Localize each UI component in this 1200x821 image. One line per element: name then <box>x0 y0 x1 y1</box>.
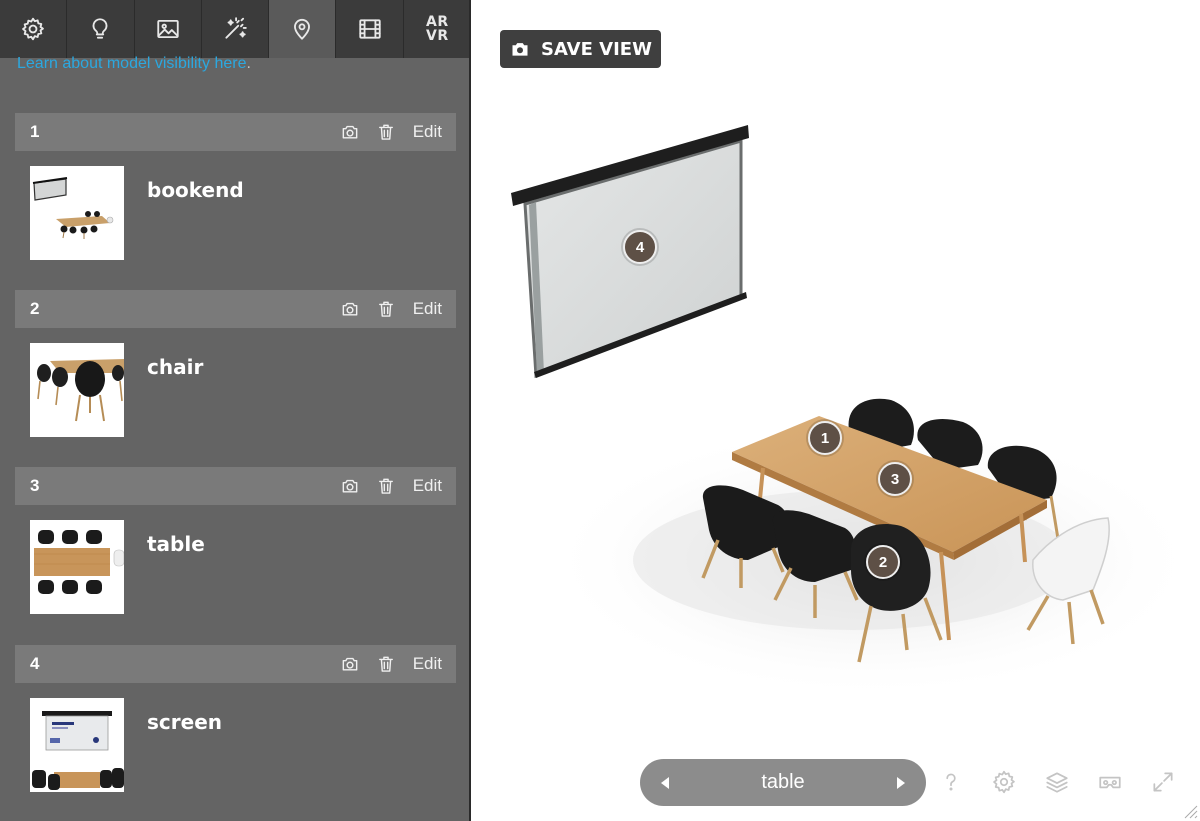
vr-button[interactable] <box>1094 766 1126 798</box>
ar-vr-label: AR VR <box>426 15 449 43</box>
view-header: 3 Edit <box>15 467 456 505</box>
help-icon <box>946 773 956 791</box>
view-name: table <box>147 532 205 556</box>
view-number: 1 <box>30 122 40 141</box>
hotspot-marker[interactable]: 4 <box>623 230 657 264</box>
layers-button[interactable] <box>1041 766 1073 798</box>
trash-icon[interactable] <box>375 121 397 143</box>
ar-vr-tab[interactable]: AR VR <box>404 0 469 58</box>
editor-toolbar: AR VR <box>0 0 469 58</box>
trash-icon[interactable] <box>375 475 397 497</box>
camera-icon[interactable] <box>339 298 361 320</box>
camera-icon[interactable] <box>339 653 361 675</box>
hotspot-marker[interactable]: 1 <box>808 421 842 455</box>
visibility-note: Learn about model visibility here. <box>17 55 251 73</box>
view-number: 2 <box>30 299 40 318</box>
chevron-left-icon <box>661 776 669 789</box>
view-navigator: table <box>640 759 926 806</box>
view-body: table <box>15 505 456 643</box>
image-icon <box>157 19 179 39</box>
gear-icon <box>22 17 45 41</box>
view-thumbnail[interactable] <box>30 343 124 437</box>
map-pin-icon <box>294 18 311 40</box>
view-item: 2 Edit chair <box>15 290 456 466</box>
edit-button[interactable]: Edit <box>413 122 442 142</box>
vr-label: VR <box>426 28 449 44</box>
view-header: 1 Edit <box>15 113 456 151</box>
model-visibility-link[interactable]: Learn about model visibility here <box>17 55 246 72</box>
magic-wand-icon <box>225 17 247 39</box>
scene-render[interactable] <box>473 0 1200 821</box>
edit-button[interactable]: Edit <box>413 654 442 674</box>
view-thumbnail[interactable] <box>30 166 124 260</box>
save-view-button[interactable]: SAVE VIEW <box>500 30 661 68</box>
view-name: chair <box>147 355 204 379</box>
lighting-tab[interactable] <box>67 0 135 58</box>
view-body: chair <box>15 328 456 466</box>
fullscreen-button[interactable] <box>1147 766 1179 798</box>
view-header: 4 Edit <box>15 645 456 683</box>
animation-tab[interactable] <box>336 0 404 58</box>
edit-button[interactable]: Edit <box>413 476 442 496</box>
viewer-settings-button[interactable] <box>988 766 1020 798</box>
chevron-right-icon <box>897 776 905 789</box>
view-name: bookend <box>147 178 244 202</box>
layers-icon <box>1046 772 1068 793</box>
settings-gear-icon <box>993 770 1015 794</box>
effects-tab[interactable] <box>202 0 270 58</box>
save-view-label: SAVE VIEW <box>541 38 652 60</box>
view-number: 4 <box>30 654 40 673</box>
settings-tab[interactable] <box>0 0 68 58</box>
viewer-controls <box>935 766 1200 798</box>
film-icon <box>358 19 381 39</box>
view-thumbnail[interactable] <box>30 698 124 792</box>
camera-icon <box>512 43 528 56</box>
fullscreen-icon <box>1153 772 1173 792</box>
3d-viewport[interactable]: SAVE VIEW 4 1 3 2 table <box>473 0 1200 821</box>
view-name: screen <box>147 710 222 734</box>
view-body: screen <box>15 683 456 821</box>
app-window: AR VR Learn about model visibility here.… <box>0 0 1200 821</box>
view-thumbnail[interactable] <box>30 520 124 614</box>
hotspot-marker[interactable]: 2 <box>866 545 900 579</box>
ar-label: AR <box>426 14 449 30</box>
annotations-tab[interactable] <box>269 0 337 58</box>
hotspot-marker[interactable]: 3 <box>878 462 912 496</box>
view-item: 4 Edit screen <box>15 645 456 821</box>
vr-headset-icon <box>1099 776 1121 789</box>
previous-view-button[interactable] <box>658 776 672 790</box>
trash-icon[interactable] <box>375 653 397 675</box>
visibility-note-suffix: . <box>246 55 251 72</box>
views-panel: AR VR Learn about model visibility here.… <box>0 0 471 821</box>
view-item: 1 Edit bookend <box>15 113 456 289</box>
resize-handle[interactable] <box>1182 803 1198 819</box>
current-view-label: table <box>761 771 805 793</box>
lightbulb-icon <box>92 18 108 39</box>
view-number: 3 <box>30 476 40 495</box>
trash-icon[interactable] <box>375 298 397 320</box>
next-view-button[interactable] <box>894 776 908 790</box>
view-header: 2 Edit <box>15 290 456 328</box>
help-button[interactable] <box>935 766 967 798</box>
edit-button[interactable]: Edit <box>413 299 442 319</box>
camera-icon[interactable] <box>339 121 361 143</box>
background-tab[interactable] <box>135 0 202 58</box>
view-body: bookend <box>15 151 456 289</box>
camera-icon[interactable] <box>339 475 361 497</box>
view-item: 3 Edit table <box>15 467 456 643</box>
